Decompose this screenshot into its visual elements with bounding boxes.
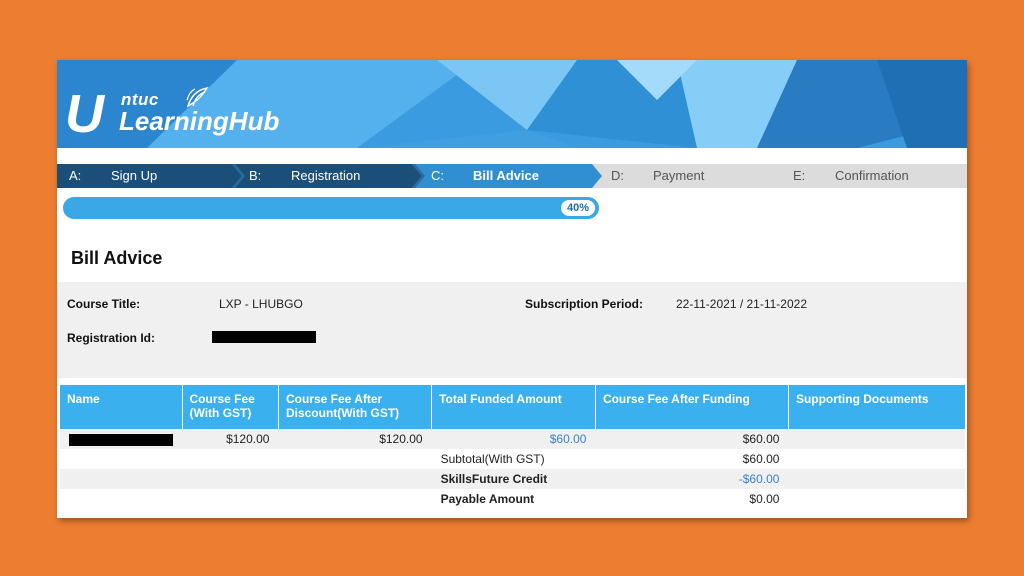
header-fee-after-discount: Course Fee After Discount(With GST) xyxy=(278,385,433,429)
leaf-icon xyxy=(186,86,209,108)
header-supporting-docs: Supporting Documents xyxy=(788,385,965,429)
course-title-value: LXP - LHUBGO xyxy=(219,297,303,311)
table-row: $120.00 $120.00 $60.00 $60.00 xyxy=(60,429,965,449)
step-payment: D: Payment xyxy=(611,168,705,183)
page-title: Bill Advice xyxy=(71,248,163,268)
step-registration: B: Registration xyxy=(249,168,361,183)
bill-table: Name Course Fee (With GST) Course Fee Af… xyxy=(60,385,965,509)
skillsfuture-row: SkillsFuture Credit -$60.00 xyxy=(60,469,965,489)
progress-stepper: A: Sign Up B: Registration C: Bill Advic… xyxy=(57,164,967,188)
registration-id-redacted xyxy=(212,331,316,343)
payable-label: Payable Amount xyxy=(440,492,535,506)
course-info-panel: Course Title: LXP - LHUBGO Subscription … xyxy=(57,282,967,378)
registration-id-label: Registration Id: xyxy=(67,331,156,345)
subtotal-label: Subtotal(With GST) xyxy=(440,452,545,466)
step-bill-advice: C: Bill Advice xyxy=(431,168,539,183)
fee-after-funding-cell: $60.00 xyxy=(595,429,789,449)
header-course-fee: Course Fee (With GST) xyxy=(182,385,279,429)
total-funded-link[interactable]: $60.00 xyxy=(431,429,596,449)
payable-row: Payable Amount $0.00 xyxy=(60,489,965,509)
app-window: U ntuc LearningHub A: Sign Up B: Registr… xyxy=(57,60,967,518)
course-fee-cell: $120.00 xyxy=(182,429,279,449)
skillsfuture-label: SkillsFuture Credit xyxy=(431,469,596,489)
subtotal-value: $60.00 xyxy=(742,452,780,466)
supporting-docs-cell xyxy=(788,429,965,449)
payable-value: $0.00 xyxy=(749,492,780,506)
header-name: Name xyxy=(60,385,183,429)
header-fee-after-funding: Course Fee After Funding xyxy=(595,385,789,429)
skillsfuture-value: -$60.00 xyxy=(595,469,789,489)
progress-bar: 40% xyxy=(63,197,599,219)
subscription-period-value: 22-11-2021 / 21-11-2022 xyxy=(676,297,807,311)
subtotal-row: Subtotal(With GST) $60.00 xyxy=(60,449,965,469)
header-total-funded: Total Funded Amount xyxy=(431,385,596,429)
name-cell xyxy=(60,429,182,449)
name-redacted xyxy=(69,433,173,446)
subscription-period-label: Subscription Period: xyxy=(525,297,644,311)
header-banner: U ntuc LearningHub xyxy=(57,60,967,148)
course-title-label: Course Title: xyxy=(67,297,141,311)
step-sign-up: A: Sign Up xyxy=(69,168,158,183)
table-header-row: Name Course Fee (With GST) Course Fee Af… xyxy=(60,385,965,429)
step-confirmation: E: Confirmation xyxy=(793,168,909,183)
progress-percent: 40% xyxy=(560,200,595,216)
fee-after-discount-cell: $120.00 xyxy=(278,429,432,449)
